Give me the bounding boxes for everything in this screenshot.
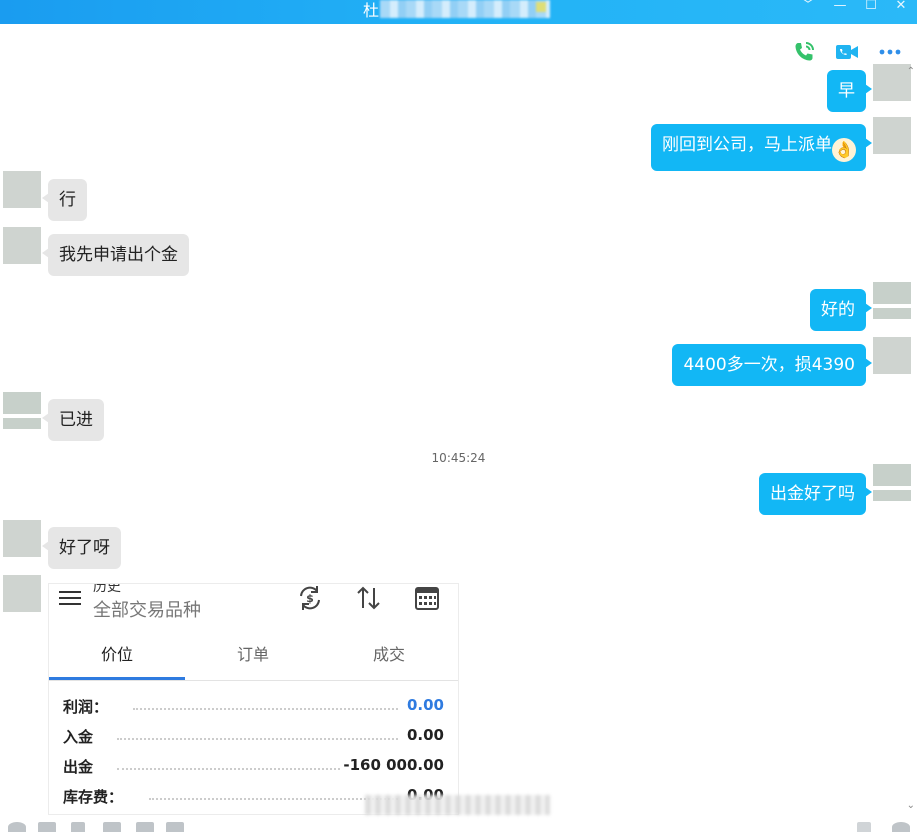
message-bubble-incoming[interactable]: 行 — [42, 179, 87, 221]
avatar-self[interactable] — [873, 464, 911, 501]
avatar-self[interactable] — [873, 282, 911, 319]
message-text: 好的 — [821, 300, 855, 320]
message-text: 行 — [59, 190, 76, 210]
redaction-blur — [365, 795, 550, 815]
input-toolbar — [0, 822, 917, 832]
title-bar: 杜 ﹀ — ☐ ✕ — [0, 0, 917, 24]
message-bubble-incoming[interactable]: 已进 — [42, 399, 104, 441]
svg-text:$: $ — [306, 592, 314, 605]
message-text: 早 — [838, 81, 855, 101]
message-text: 4400多一次，损4390 — [683, 355, 855, 375]
expand-icon[interactable] — [857, 822, 871, 832]
row-label: 库存费： — [63, 788, 124, 806]
image-icon[interactable] — [136, 822, 154, 832]
scissors-icon[interactable] — [71, 822, 85, 832]
message-bubble-outgoing[interactable]: 早 — [827, 70, 872, 112]
row-label: 出金 — [63, 758, 94, 776]
message-bubble-outgoing[interactable]: 刚回到公司，马上派单 👌 — [651, 124, 872, 171]
message-text: 好了呀 — [59, 538, 110, 558]
message-bubble-outgoing[interactable]: 4400多一次，损4390 — [672, 344, 872, 386]
avatar-contact[interactable] — [3, 171, 41, 208]
sort-icon — [357, 586, 380, 610]
tab-positions: 价位 — [100, 645, 133, 664]
dropdown-icon[interactable]: ﹀ — [797, 0, 819, 14]
avatar-contact[interactable] — [3, 227, 41, 264]
row-label: 利润： — [63, 698, 109, 716]
window-title: 杜 — [363, 1, 380, 20]
title-redaction — [380, 0, 550, 18]
avatar-self[interactable] — [873, 117, 911, 154]
video-call-icon[interactable] — [835, 40, 859, 64]
summary-row-profit: 利润： 0.00 — [63, 692, 444, 722]
message-bubble-incoming[interactable]: 我先申请出个金 — [42, 234, 189, 276]
calendar-icon — [415, 587, 439, 610]
screenshot-subtitle: 全部交易品种 — [93, 600, 201, 621]
divider — [49, 680, 458, 681]
folder-icon[interactable] — [103, 822, 121, 832]
minimize-icon[interactable]: — — [829, 0, 851, 14]
avatar-contact[interactable] — [3, 520, 41, 557]
message-text: 刚回到公司，马上派单 — [662, 135, 832, 155]
row-value: -160 000.00 — [343, 756, 444, 774]
message-bubble-incoming[interactable]: 好了呀 — [42, 527, 121, 569]
more-icon[interactable] — [878, 40, 902, 64]
screenshot-tabs: 价位 订单 成交 — [49, 642, 458, 682]
currency-exchange-icon: $ — [300, 586, 320, 610]
close-icon[interactable]: ✕ — [890, 0, 912, 14]
avatar-self[interactable] — [873, 337, 911, 374]
row-value: 0.00 — [406, 696, 444, 714]
row-value: 0.00 — [406, 726, 444, 744]
screen-share-icon[interactable] — [166, 822, 184, 832]
tab-deals: 成交 — [372, 645, 405, 664]
image-message-screenshot[interactable]: 历史 全部交易品种 $ 价位 订单 成交 利润： 0.00 入金 0.00 出金 — [48, 583, 459, 815]
summary-row-withdrawal: 出金 -160 000.00 — [63, 752, 444, 782]
gif-icon[interactable] — [38, 822, 56, 832]
emoji-icon[interactable] — [8, 822, 26, 832]
scroll-up-icon[interactable]: ⌃ — [907, 66, 915, 77]
scroll-down-icon[interactable]: ⌄ — [907, 800, 915, 811]
avatar-self[interactable] — [873, 64, 911, 101]
message-timestamp: 10:45:24 — [431, 451, 486, 465]
phone-icon[interactable] — [792, 40, 816, 64]
message-text: 出金好了吗 — [770, 484, 855, 504]
ok-hand-emoji-icon: 👌 — [832, 138, 856, 162]
avatar-contact[interactable] — [3, 392, 41, 429]
message-text: 已进 — [59, 410, 93, 430]
message-text: 我先申请出个金 — [59, 245, 178, 265]
tab-orders: 订单 — [236, 645, 269, 664]
summary-row-deposit: 入金 0.00 — [63, 722, 444, 752]
history-icon[interactable] — [892, 822, 910, 832]
avatar-contact[interactable] — [3, 575, 41, 612]
message-bubble-outgoing[interactable]: 好的 — [810, 289, 872, 331]
message-bubble-outgoing[interactable]: 出金好了吗 — [759, 473, 872, 515]
hamburger-menu-icon — [59, 587, 81, 609]
maximize-icon[interactable]: ☐ — [860, 0, 882, 14]
row-label: 入金 — [63, 728, 94, 746]
screenshot-header-cut: 历史 — [93, 583, 121, 595]
